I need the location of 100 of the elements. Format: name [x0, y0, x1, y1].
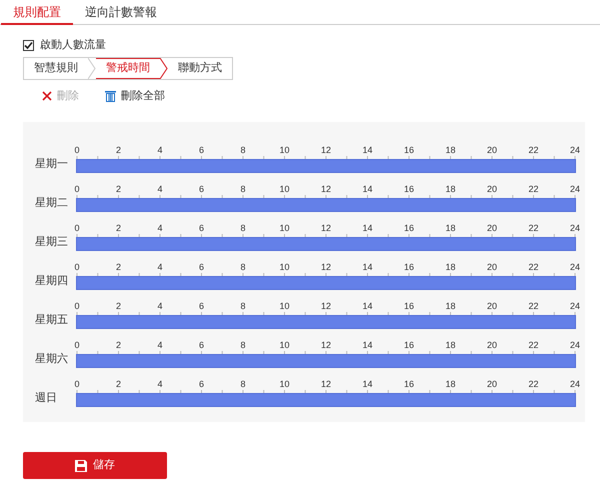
tick-label: 12	[321, 379, 331, 389]
tick-label: 14	[362, 184, 372, 194]
tick-label: 4	[158, 262, 162, 272]
tick-label: 14	[362, 223, 372, 233]
tick-label: 4	[158, 379, 162, 389]
delete-all-button[interactable]: 刪除全部	[105, 88, 165, 104]
tick-label: 8	[240, 184, 246, 194]
tick-label: 8	[240, 340, 246, 350]
tick-label: 0	[74, 262, 80, 272]
tick-label: 4	[158, 340, 162, 350]
tick-label: 10	[280, 379, 290, 389]
tick-label: 10	[280, 340, 290, 350]
day-label: 星期五	[34, 312, 69, 328]
tick-label: 18	[446, 301, 456, 311]
tick-label: 8	[240, 145, 246, 155]
tick-label: 12	[321, 301, 331, 311]
tick-label: 22	[528, 340, 538, 350]
tick-label: 16	[404, 379, 414, 389]
tick-label: 24	[570, 340, 580, 350]
tick-label: 16	[404, 301, 414, 311]
tick-label: 6	[199, 223, 204, 233]
tick-label: 24	[570, 145, 580, 155]
tick-label: 16	[404, 145, 414, 155]
tick-label: 2	[116, 379, 121, 389]
tick-label: 6	[199, 145, 204, 155]
checkbox-label: 啟動人數流量	[40, 38, 106, 53]
tick-label: 22	[528, 379, 538, 389]
tick-label: 4	[158, 301, 162, 311]
tick-label: 2	[116, 340, 121, 350]
step-tab[interactable]: 警戒時間	[96, 58, 160, 79]
day-label: 星期二	[34, 196, 69, 210]
day-label: 週日	[34, 390, 58, 406]
tick-label: 20	[487, 340, 497, 350]
tick-label: 6	[199, 301, 204, 311]
tick-label: 14	[362, 379, 372, 389]
tick-label: 8	[240, 301, 246, 311]
tick-label: 16	[404, 340, 414, 350]
tick-label: 6	[199, 340, 204, 350]
tick-label: 20	[487, 262, 497, 272]
tick-label: 22	[528, 184, 538, 194]
tick-label: 6	[199, 184, 204, 194]
tick-label: 22	[528, 301, 538, 311]
tick-label: 12	[321, 145, 331, 155]
tick-label: 22	[528, 145, 538, 155]
day-label: 星期一	[34, 156, 69, 172]
top-tab[interactable]: 逆向計數警報	[73, 0, 169, 25]
tick-label: 8	[240, 223, 246, 233]
tick-label: 18	[446, 145, 456, 155]
tick-label: 2	[116, 262, 121, 272]
tick-label: 20	[487, 184, 497, 194]
tick-label: 24	[570, 262, 580, 272]
tick-label: 14	[362, 145, 372, 155]
tick-label: 8	[240, 379, 246, 389]
tick-label: 18	[446, 340, 456, 350]
step-tab[interactable]: 聯動方式	[168, 58, 232, 79]
tick-label: 16	[404, 223, 414, 233]
tick-label: 14	[362, 262, 372, 272]
checkbox[interactable]	[23, 40, 34, 50]
tick-label: 10	[280, 301, 290, 311]
tick-label: 0	[74, 184, 80, 194]
day-label: 星期六	[34, 352, 69, 366]
save-button[interactable]: 儲存	[23, 452, 167, 479]
tick-label: 12	[321, 340, 331, 350]
close-icon	[42, 91, 52, 101]
tick-label: 10	[280, 145, 290, 155]
day-label: 星期四	[34, 274, 69, 288]
tick-label: 10	[280, 184, 290, 194]
tick-label: 18	[446, 223, 456, 233]
day-label: 星期三	[34, 234, 69, 250]
tick-label: 14	[362, 340, 372, 350]
tick-label: 0	[74, 145, 80, 155]
tick-label: 20	[487, 223, 497, 233]
tick-label: 2	[116, 145, 121, 155]
tick-label: 4	[158, 145, 162, 155]
tick-label: 18	[446, 379, 456, 389]
tick-label: 4	[158, 184, 162, 194]
tick-label: 4	[158, 223, 162, 233]
tick-label: 10	[280, 262, 290, 272]
tick-label: 10	[280, 223, 290, 233]
trash-icon	[105, 90, 116, 102]
tick-label: 0	[74, 301, 80, 311]
save-icon	[75, 460, 87, 472]
chevron-icon	[160, 58, 168, 79]
tick-label: 0	[74, 379, 80, 389]
tick-label: 20	[487, 145, 497, 155]
tick-label: 24	[570, 301, 580, 311]
check-icon	[24, 40, 33, 50]
tick-label: 12	[321, 184, 331, 194]
tick-label: 22	[528, 262, 538, 272]
tick-label: 2	[116, 184, 121, 194]
tick-label: 24	[570, 223, 580, 233]
tick-label: 6	[199, 262, 204, 272]
tick-label: 14	[362, 301, 372, 311]
top-tab[interactable]: 規則配置	[1, 0, 73, 25]
step-tab[interactable]: 智慧規則	[24, 58, 88, 79]
tick-label: 18	[446, 262, 456, 272]
tick-label: 22	[528, 223, 538, 233]
tick-label: 6	[199, 379, 204, 389]
tick-label: 0	[74, 340, 80, 350]
tick-label: 18	[446, 184, 456, 194]
